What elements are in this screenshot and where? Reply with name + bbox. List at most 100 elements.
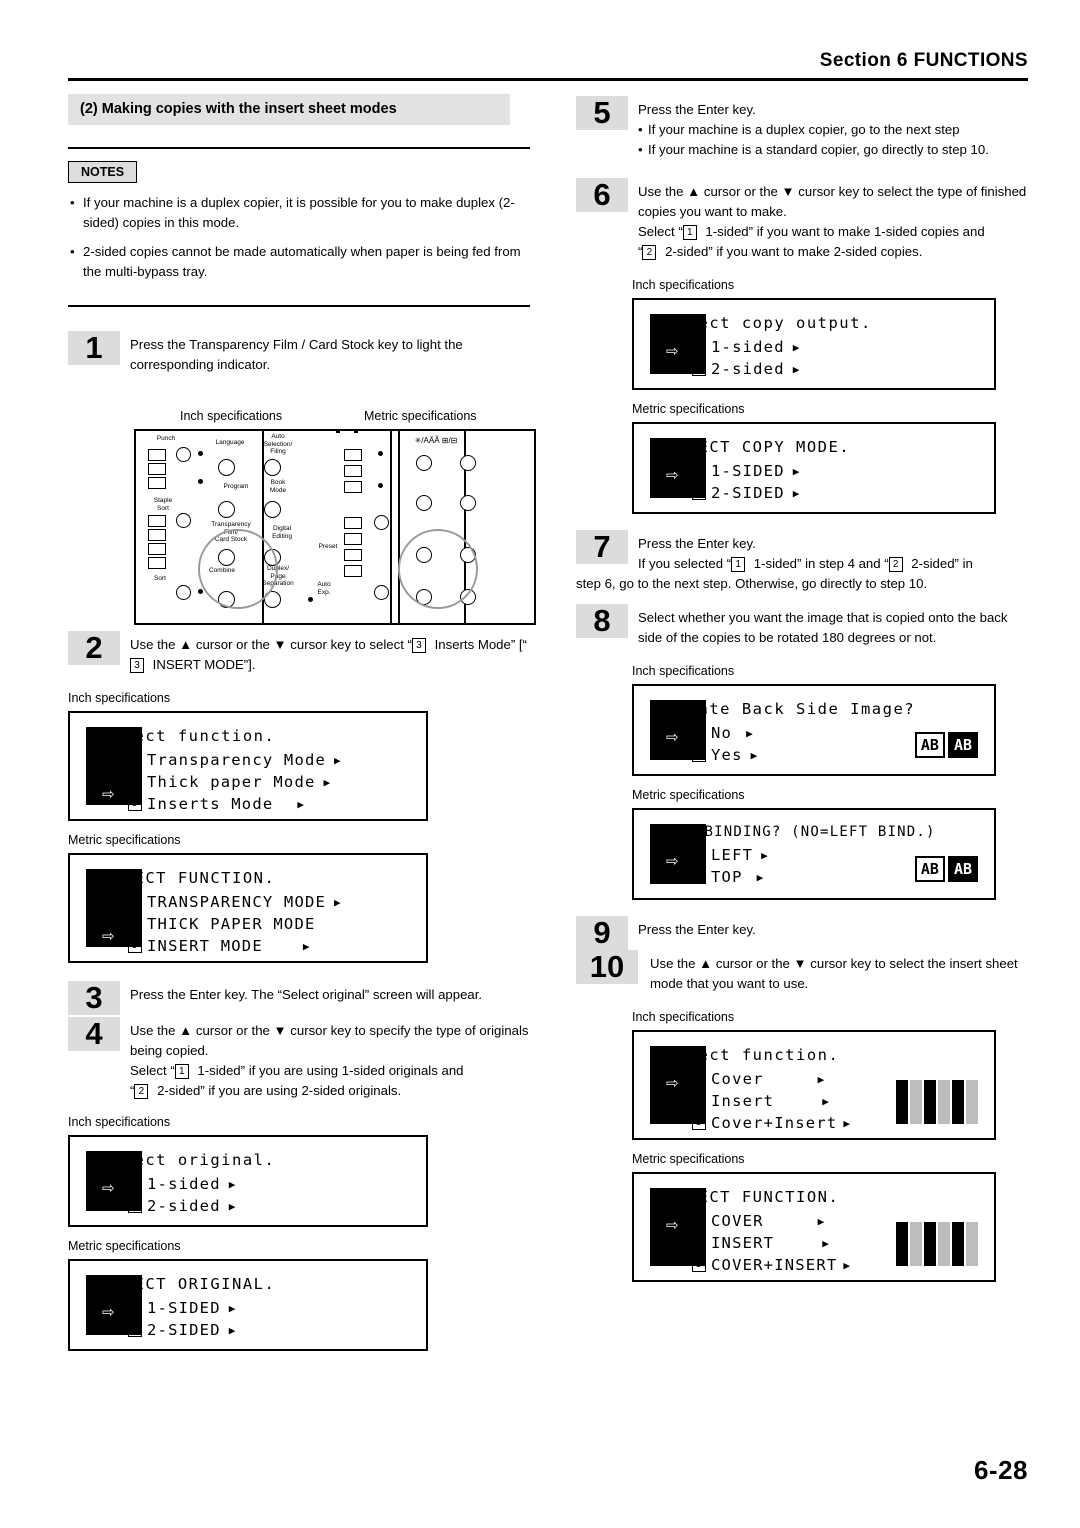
lcd-select-function-inch: ⇨ Select function. 1 Transparency Mode ▶ 2… [68, 711, 428, 821]
down-arrow-icon: ▼ [781, 184, 795, 199]
row-label: Inserts Mode [147, 795, 274, 813]
panel-icon-j [344, 481, 362, 493]
sheet-bar [952, 1080, 964, 1124]
sheet-bar [966, 1080, 978, 1124]
cursor-arrow-icon: ⇨ [102, 928, 115, 945]
lcd-row-selected: 3 Inserts Mode ▶ [102, 795, 410, 813]
row-label: 2-SIDED [147, 1321, 221, 1339]
step-number: 8 [576, 604, 628, 638]
arrow-right-icon: ▶ [792, 340, 801, 354]
step2-text-a: Use the [130, 637, 180, 652]
arrow-right-icon: ▶ [323, 775, 332, 789]
panel-indicator [308, 597, 313, 602]
row-label: COVER+INSERT [711, 1256, 838, 1274]
step7-line2c: 2-sided” in [907, 556, 973, 571]
page-number: 6-28 [973, 1455, 1028, 1485]
step6-line2b: 1-sided” if you want to make 1-sided cop… [701, 224, 985, 239]
cursor-arrow-icon: ⇨ [666, 467, 679, 484]
panel-key[interactable] [176, 447, 191, 462]
lcd-title: SELECT FUNCTION. [666, 1188, 840, 1206]
panel-key[interactable] [264, 459, 281, 476]
lcd-row: 2 2-SIDED ▶ [102, 1321, 410, 1339]
number-box: 2 [692, 484, 706, 500]
panel-key[interactable] [176, 513, 191, 528]
panel-key[interactable] [460, 455, 476, 471]
panel-icon-k [344, 517, 362, 529]
step4-line3b: 2-sided” if you are using 2-sided origin… [153, 1083, 402, 1098]
step-9: 9 Press the Enter key. [576, 916, 1032, 950]
arrow-right-icon: ▶ [334, 895, 342, 909]
lcd-title: SELECT ORIGINAL. [102, 1275, 276, 1293]
ab-left: AB [914, 732, 945, 758]
step-2: 2 Use the ▲ cursor or the ▼ cursor key t… [68, 631, 538, 675]
panel-key[interactable] [218, 459, 235, 476]
step-8: 8 Select whether you want the image that… [576, 604, 1032, 648]
panel-key[interactable] [460, 495, 476, 511]
number-box: 3 [128, 795, 142, 811]
note-text: If your machine is a duplex copier, it i… [83, 195, 515, 230]
number-box: 1 [692, 462, 706, 478]
lcd-select-original-inch: ⇨ Select original. 1 1-sided ▶ 2 2-sided ▶ [68, 1135, 428, 1227]
sheet-bar [952, 1222, 964, 1266]
row-label: Yes [711, 746, 743, 764]
step4-line1b: cursor or the [192, 1023, 274, 1038]
step-text: Use the ▲ cursor or the ▼ cursor key to … [130, 635, 538, 675]
sheet-bar [910, 1222, 922, 1266]
header-section: Section 6 [819, 50, 908, 71]
panel-key[interactable] [176, 585, 191, 600]
bullet-icon: • [70, 195, 75, 210]
row-label: THICK PAPER MODE [147, 915, 316, 933]
panel-key[interactable] [218, 501, 235, 518]
panel-icon-b [148, 463, 166, 475]
lcd-title: Select copy output. [666, 314, 872, 332]
panel-label-punch: Punch [156, 435, 176, 442]
panel-key[interactable] [374, 585, 389, 600]
cursor-arrow-icon: ⇨ [102, 786, 115, 803]
note-item: • 2-sided copies cannot be made automatic… [68, 242, 533, 281]
panel-indicator [198, 589, 203, 594]
row-label: INSERT [711, 1234, 775, 1252]
panel-label-autoexp: Auto Exp. [317, 581, 331, 596]
lcd-title: Select function. [666, 1046, 840, 1064]
insert-sheets-icon [896, 1222, 978, 1266]
number-box: 1 [692, 1212, 706, 1228]
number-box: 2 [692, 360, 706, 376]
row-label: 1-sided [711, 338, 785, 356]
number-box: 2 [128, 1321, 142, 1337]
step-number: 5 [576, 96, 628, 130]
row-label: TOP [711, 868, 743, 886]
lcd-row-selected: 1 1-SIDED ▶ [666, 462, 978, 480]
panel-spacer [336, 429, 340, 433]
panel-key[interactable] [264, 501, 281, 518]
panel-key[interactable] [374, 515, 389, 530]
ab-orientation-icon: AB AB [914, 732, 978, 758]
caption-inch: Inch specifications [632, 278, 735, 292]
row-label: TRANSPARENCY MODE [147, 893, 327, 911]
step4-line2a: Select “ [130, 1063, 175, 1078]
highlight-circle-inch [198, 529, 278, 609]
step5-line1: Press the Enter key. [638, 102, 756, 117]
sheet-bar [924, 1080, 936, 1124]
panel-icon-g [148, 557, 166, 569]
panel-indicator [198, 451, 203, 456]
sheet-bar [938, 1080, 950, 1124]
step-number: 2 [68, 631, 120, 665]
row-label: COVER [711, 1212, 764, 1230]
ab-right: AB [947, 732, 978, 758]
arrow-right-icon: ▶ [792, 464, 801, 478]
step2-text-b: cursor or the [192, 637, 274, 652]
number-box: 3 [130, 658, 144, 673]
panel-key[interactable] [416, 495, 432, 511]
cursor-arrow-icon: ⇨ [666, 1217, 679, 1234]
arrow-right-icon: ▶ [761, 848, 769, 862]
step-text: Press the Enter key. The “Select origina… [130, 987, 483, 1002]
lcd-select-function2-metric: ⇨ SELECT FUNCTION. 1 COVER ▶ 2 INSERT ▶ 3 COV… [632, 1172, 996, 1282]
panel-icon-a [148, 449, 166, 461]
panel-label-bookmode: Book Mode [269, 479, 287, 494]
lcd-row: 2 THICK PAPER MODE [102, 915, 410, 933]
step-6: 6 Use the ▲ cursor or the ▼ cursor key t… [576, 178, 1032, 262]
notes-block: NOTES • If your machine is a duplex copie… [68, 147, 538, 307]
arrow-right-icon: ▶ [746, 726, 754, 740]
panel-key[interactable] [416, 455, 432, 471]
arrow-right-icon: ▶ [228, 1177, 237, 1191]
